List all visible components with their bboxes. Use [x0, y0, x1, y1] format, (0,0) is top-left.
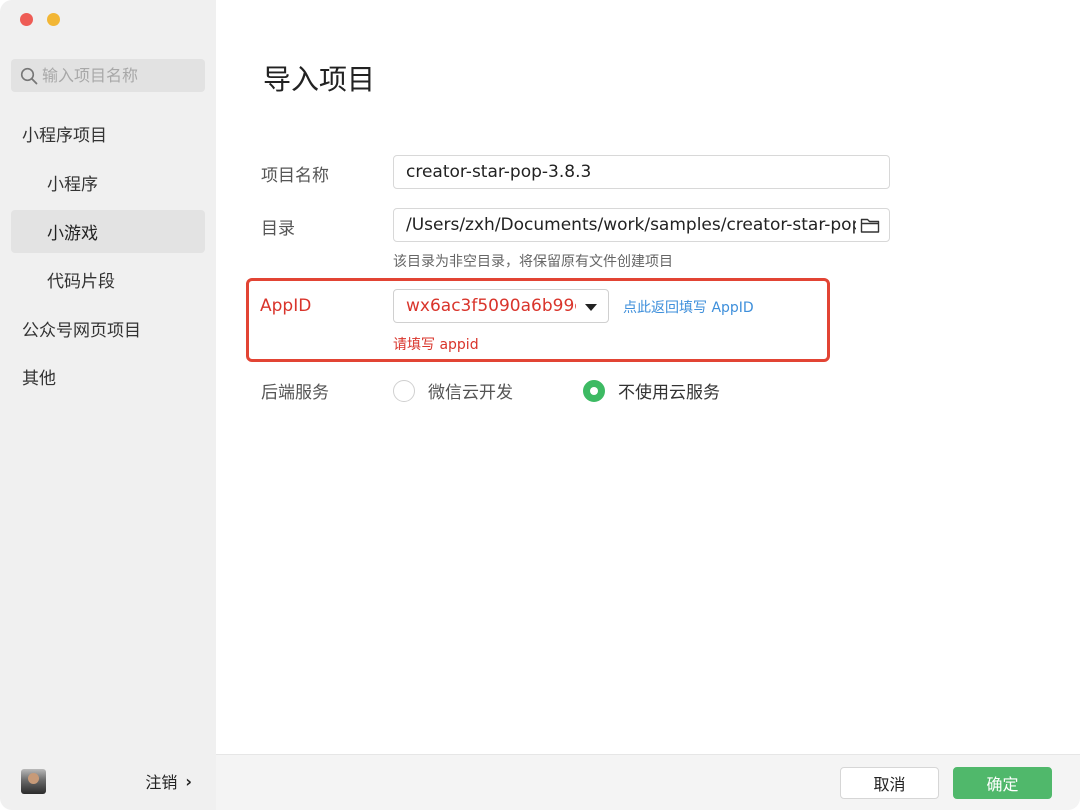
sidebar-item-label: 小游戏 [47, 224, 98, 244]
radio-button[interactable] [393, 379, 415, 402]
chevron-right-icon: › [185, 771, 192, 791]
project-name-input[interactable]: creator-star-pop-3.8.3 [393, 155, 890, 189]
caret-down-icon [585, 304, 597, 311]
radio-wechat-cloud[interactable]: 微信云开发 [393, 378, 513, 403]
fill-appid-link[interactable]: 点此返回填写 AppID [623, 297, 754, 317]
sidebar-footer: 注销 › [0, 752, 216, 810]
sidebar-item-label: 小程序 [47, 175, 98, 195]
radio-no-cloud[interactable]: 不使用云服务 [583, 378, 720, 403]
appid-label: AppID [260, 296, 312, 316]
sidebar-item-official-account-web[interactable]: 公众号网页项目 [11, 307, 205, 350]
sidebar-item-minigame[interactable]: 小游戏 [11, 210, 205, 253]
minimize-window-button[interactable] [47, 13, 60, 26]
appid-select[interactable]: wx6ac3f5090a6b99c5 [393, 289, 609, 323]
sidebar: 小程序项目 小程序 小游戏 代码片段 公众号网页项目 其他 注销 › [0, 0, 216, 810]
logout-button[interactable]: 注销 › [145, 769, 192, 793]
import-project-window: 小程序项目 小程序 小游戏 代码片段 公众号网页项目 其他 注销 › 导入项目 … [0, 0, 1080, 810]
avatar[interactable] [21, 768, 46, 794]
radio-label: 微信云开发 [428, 383, 513, 403]
sidebar-item-miniprogram[interactable]: 小程序 [11, 161, 205, 204]
directory-hint: 该目录为非空目录，将保留原有文件创建项目 [393, 254, 673, 270]
backend-label: 后端服务 [261, 383, 329, 403]
radio-label: 不使用云服务 [618, 383, 720, 403]
directory-label: 目录 [261, 219, 295, 239]
project-name-label: 项目名称 [261, 166, 329, 186]
directory-value: /Users/zxh/Documents/work/samples/creato… [406, 215, 856, 235]
footer-bar: 取消 确定 [216, 754, 1080, 810]
folder-icon[interactable] [860, 216, 880, 234]
sidebar-item-label: 代码片段 [47, 272, 115, 292]
sidebar-item-code-snippet[interactable]: 代码片段 [11, 258, 205, 301]
sidebar-item-label: 公众号网页项目 [22, 321, 141, 341]
project-name-value: creator-star-pop-3.8.3 [406, 162, 592, 182]
page-title: 导入项目 [263, 63, 376, 96]
window-controls [20, 13, 60, 26]
cancel-button[interactable]: 取消 [840, 767, 939, 799]
appid-error-message: 请填写 appid [393, 337, 479, 353]
search-icon [19, 66, 39, 86]
search-input[interactable] [42, 66, 202, 85]
sidebar-item-label: 其他 [22, 369, 56, 389]
main-panel: 导入项目 项目名称 creator-star-pop-3.8.3 目录 /Use… [216, 0, 1080, 810]
logout-label: 注销 [145, 773, 178, 792]
sidebar-item-miniprogram-project[interactable]: 小程序项目 [11, 112, 205, 155]
radio-button-checked[interactable] [583, 379, 605, 402]
sidebar-item-label: 小程序项目 [22, 126, 107, 146]
confirm-button[interactable]: 确定 [953, 767, 1052, 799]
directory-input[interactable]: /Users/zxh/Documents/work/samples/creato… [393, 208, 890, 242]
sidebar-item-other[interactable]: 其他 [11, 355, 205, 398]
appid-value: wx6ac3f5090a6b99c5 [406, 296, 576, 316]
search-box[interactable] [11, 59, 205, 92]
close-window-button[interactable] [20, 13, 33, 26]
